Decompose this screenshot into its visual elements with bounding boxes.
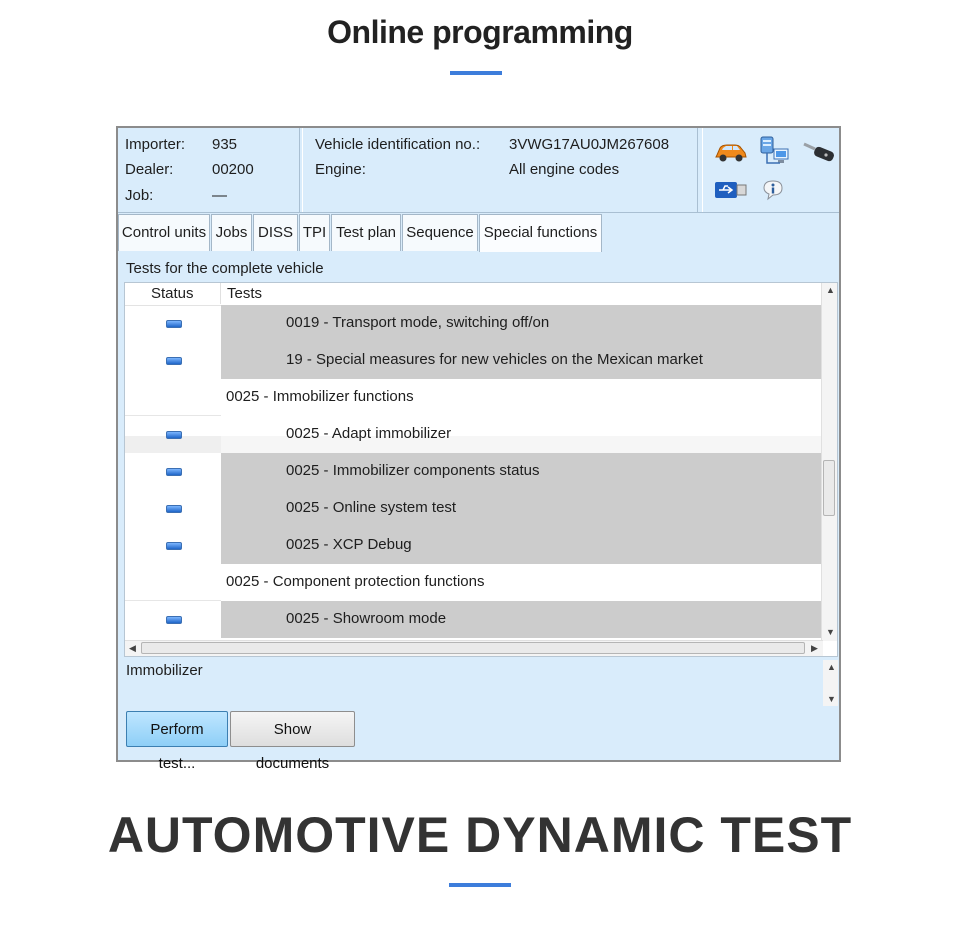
tab-tpi[interactable]: TPI bbox=[299, 214, 330, 251]
section-label: Tests for the complete vehicle bbox=[126, 260, 324, 277]
importer-label: Importer: bbox=[125, 136, 186, 153]
horizontal-scroll-thumb[interactable] bbox=[141, 642, 805, 654]
engine-label: Engine: bbox=[315, 161, 366, 178]
car-icon[interactable] bbox=[713, 138, 749, 166]
status-indicator bbox=[166, 320, 182, 328]
perform-test-button[interactable]: Perform test... bbox=[126, 711, 228, 772]
dealer-value: 00200 bbox=[212, 161, 254, 178]
status-indicator bbox=[166, 431, 182, 439]
table-row[interactable]: 0025 - Online system test bbox=[125, 490, 823, 527]
job-value: — bbox=[212, 187, 227, 204]
table-row[interactable]: 0025 - Immobilizer components status bbox=[125, 453, 823, 490]
scroll-left-arrow[interactable]: ◀ bbox=[129, 643, 136, 654]
vehicle-id-box: Vehicle identification no.: 3VWG17AU0JM2… bbox=[302, 128, 698, 212]
table-row[interactable]: 0025 - XCP Debug bbox=[125, 527, 823, 564]
detail-scroll-down-arrow[interactable]: ▼ bbox=[827, 694, 836, 704]
status-indicator bbox=[166, 542, 182, 550]
detail-text: Immobilizer bbox=[126, 662, 203, 679]
vin-value: 3VWG17AU0JM267608 bbox=[509, 136, 670, 153]
detail-scroll-up-arrow[interactable]: ▲ bbox=[827, 662, 836, 672]
tab-diss[interactable]: DISS bbox=[253, 214, 298, 251]
diagnostic-app-window: Importer: 935 Dealer: 00200 Job: — Vehic… bbox=[116, 126, 841, 772]
usb-icon[interactable] bbox=[713, 178, 749, 202]
dealer-info-box: Importer: 935 Dealer: 00200 Job: — bbox=[118, 128, 300, 212]
vehicle-info-panel: Importer: 935 Dealer: 00200 Job: — Vehic… bbox=[118, 128, 839, 213]
tests-grid: Status Tests 0019 - Transport mode, swit… bbox=[124, 282, 838, 657]
scroll-right-arrow[interactable]: ▶ bbox=[811, 643, 818, 654]
table-row[interactable]: 0025 - Showroom mode bbox=[125, 601, 823, 638]
table-row[interactable]: 0019 - Transport mode, switching off/on bbox=[125, 305, 823, 342]
test-name: 0019 - Transport mode, switching off/on bbox=[286, 314, 550, 331]
toolbar-icons bbox=[702, 128, 839, 212]
tab-bar: Control units Jobs DISS TPI Test plan Se… bbox=[118, 214, 839, 252]
info-icon[interactable] bbox=[759, 177, 789, 203]
table-row[interactable]: 19 - Special measures for new vehicles o… bbox=[125, 342, 823, 379]
test-name: 0025 - Immobilizer components status bbox=[286, 462, 540, 479]
scroll-up-arrow[interactable]: ▲ bbox=[826, 285, 835, 295]
test-name: 0025 - Showroom mode bbox=[286, 610, 447, 627]
detail-panel: Immobilizer ▲ ▼ bbox=[124, 660, 838, 706]
test-group-name: 0025 - Component protection functions bbox=[226, 573, 485, 590]
status-indicator bbox=[166, 616, 182, 624]
tab-sequence[interactable]: Sequence bbox=[402, 214, 478, 251]
column-header-tests[interactable]: Tests bbox=[227, 285, 262, 302]
table-row[interactable]: 0025 - Component protection functions bbox=[125, 564, 823, 601]
importer-value: 935 bbox=[212, 136, 238, 153]
horizontal-scrollbar[interactable]: ◀ ▶ bbox=[125, 640, 823, 656]
vin-label: Vehicle identification no.: bbox=[315, 136, 481, 153]
page-title: Online programming bbox=[327, 14, 633, 50]
grid-header: Status Tests bbox=[125, 283, 823, 306]
test-name: 19 - Special measures for new vehicles o… bbox=[286, 351, 703, 368]
status-indicator bbox=[166, 468, 182, 476]
tab-special-functions[interactable]: Special functions bbox=[479, 214, 602, 252]
tab-control-units[interactable]: Control units bbox=[118, 214, 210, 251]
tab-jobs[interactable]: Jobs bbox=[211, 214, 252, 251]
status-indicator bbox=[166, 357, 182, 365]
table-row[interactable]: 0025 - Immobilizer functions bbox=[125, 379, 823, 416]
vertical-scrollbar[interactable]: ▲ ▼ bbox=[821, 283, 837, 641]
engine-value: All engine codes bbox=[509, 161, 620, 178]
table-row[interactable]: 0025 - Adapt immobilizer bbox=[125, 416, 823, 453]
key-icon[interactable] bbox=[801, 138, 837, 166]
vertical-scroll-thumb[interactable] bbox=[823, 460, 835, 516]
show-documents-button[interactable]: Show documents bbox=[230, 711, 355, 772]
tab-test-plan[interactable]: Test plan bbox=[331, 214, 401, 251]
dealer-label: Dealer: bbox=[125, 161, 174, 178]
test-name: 0025 - Adapt immobilizer bbox=[286, 425, 452, 442]
column-divider bbox=[220, 283, 221, 304]
test-group-name: 0025 - Immobilizer functions bbox=[226, 388, 414, 405]
accent-line-bottom bbox=[449, 883, 511, 887]
status-indicator bbox=[166, 505, 182, 513]
accent-line-top bbox=[450, 71, 502, 75]
test-name: 0025 - Online system test bbox=[286, 499, 457, 516]
bottom-title: AUTOMOTIVE DYNAMIC TEST bbox=[107, 807, 853, 863]
scroll-down-arrow[interactable]: ▼ bbox=[826, 627, 835, 637]
job-label: Job: bbox=[125, 187, 154, 204]
column-header-status[interactable]: Status bbox=[151, 285, 194, 302]
server-network-icon[interactable] bbox=[757, 134, 793, 168]
test-name: 0025 - XCP Debug bbox=[286, 536, 412, 553]
detail-scrollbar[interactable]: ▲ ▼ bbox=[823, 660, 838, 706]
